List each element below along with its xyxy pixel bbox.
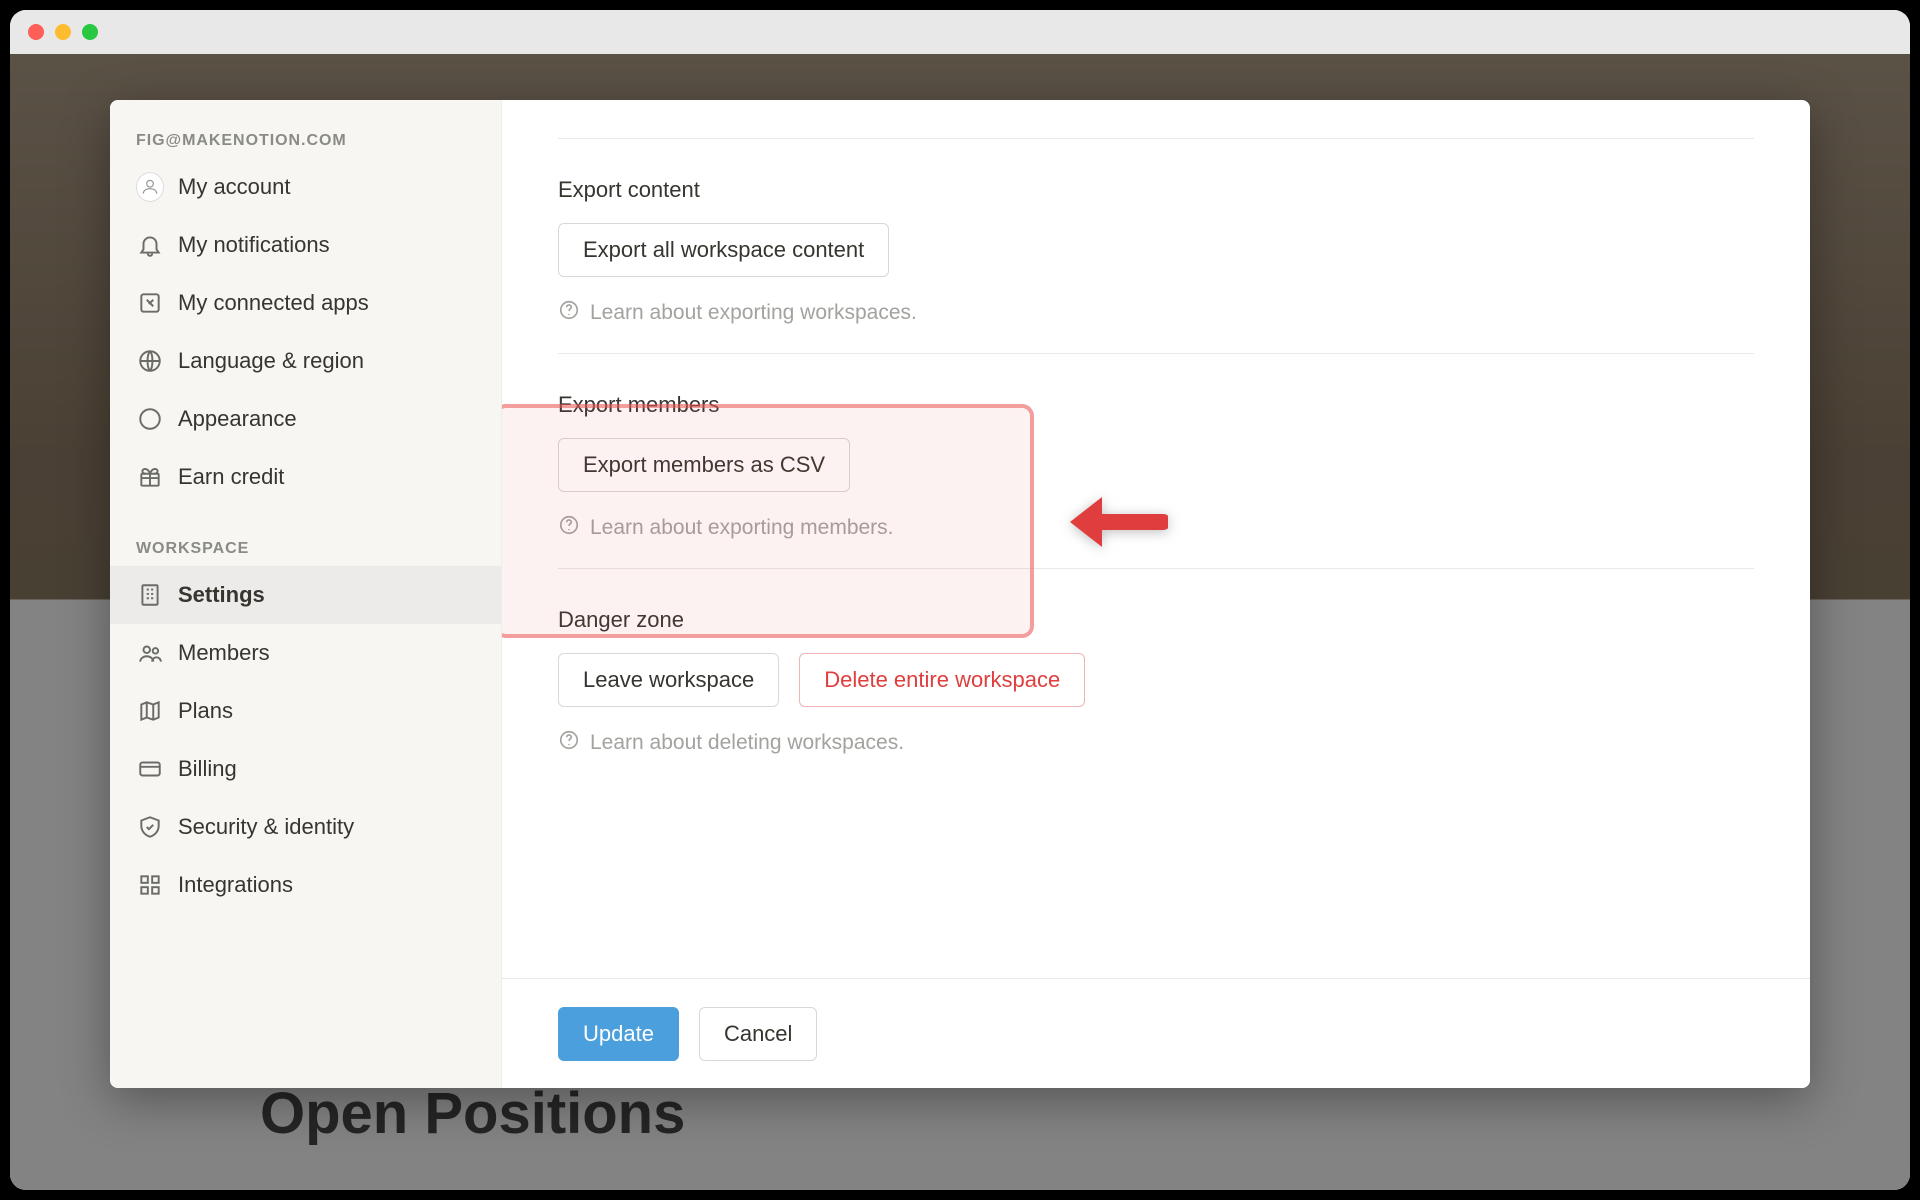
sidebar-item-settings[interactable]: Settings xyxy=(110,566,501,624)
sidebar-item-notifications[interactable]: My notifications xyxy=(110,216,501,274)
help-text: Learn about exporting workspaces. xyxy=(590,301,917,325)
sidebar-item-label: Language & region xyxy=(178,348,475,374)
map-icon xyxy=(136,697,164,725)
sidebar-item-security[interactable]: Security & identity xyxy=(110,798,501,856)
window-minimize-button[interactable] xyxy=(55,24,71,40)
help-text: Learn about exporting members. xyxy=(590,516,894,540)
update-button[interactable]: Update xyxy=(558,1007,679,1061)
export-members-csv-button[interactable]: Export members as CSV xyxy=(558,438,850,492)
avatar xyxy=(136,172,164,202)
gift-icon xyxy=(136,463,164,491)
sidebar-item-language-region[interactable]: Language & region xyxy=(110,332,501,390)
browser-window: Open Positions FIG@MAKENOTION.COM My acc… xyxy=(10,10,1910,1190)
help-icon xyxy=(558,729,580,757)
help-icon xyxy=(558,514,580,542)
sidebar-item-my-account[interactable]: My account xyxy=(110,158,501,216)
card-icon xyxy=(136,755,164,783)
sidebar-item-appearance[interactable]: Appearance xyxy=(110,390,501,448)
help-link-export-workspaces[interactable]: Learn about exporting workspaces. xyxy=(558,299,1754,327)
moon-icon xyxy=(136,405,164,433)
window-close-button[interactable] xyxy=(28,24,44,40)
settings-sidebar: FIG@MAKENOTION.COM My account My notific… xyxy=(110,100,502,1088)
building-icon xyxy=(136,581,164,609)
sidebar-item-members[interactable]: Members xyxy=(110,624,501,682)
sidebar-item-integrations[interactable]: Integrations xyxy=(110,856,501,914)
grid-icon xyxy=(136,871,164,899)
bell-icon xyxy=(136,231,164,259)
section-danger-zone: Danger zone Leave workspace Delete entir… xyxy=(558,569,1754,783)
section-heading: Export members xyxy=(558,392,1754,418)
section-export-content: Export content Export all workspace cont… xyxy=(558,139,1754,353)
sidebar-item-label: My account xyxy=(178,174,475,200)
globe-icon xyxy=(136,347,164,375)
sidebar-workspace-label: WORKSPACE xyxy=(110,534,501,566)
help-text: Learn about deleting workspaces. xyxy=(590,731,904,755)
export-all-content-button[interactable]: Export all workspace content xyxy=(558,223,889,277)
members-icon xyxy=(136,639,164,667)
shield-icon xyxy=(136,813,164,841)
settings-scroll-area: Export content Export all workspace cont… xyxy=(558,138,1754,783)
window-titlebar xyxy=(10,10,1910,54)
help-link-delete-workspaces[interactable]: Learn about deleting workspaces. xyxy=(558,729,1754,757)
help-icon xyxy=(558,299,580,327)
sidebar-item-label: Security & identity xyxy=(178,814,475,840)
settings-modal: FIG@MAKENOTION.COM My account My notific… xyxy=(110,100,1810,1088)
section-heading: Danger zone xyxy=(558,607,1754,633)
window-maximize-button[interactable] xyxy=(82,24,98,40)
cancel-button[interactable]: Cancel xyxy=(699,1007,817,1061)
sidebar-item-billing[interactable]: Billing xyxy=(110,740,501,798)
sidebar-item-plans[interactable]: Plans xyxy=(110,682,501,740)
sidebar-item-label: Settings xyxy=(178,582,475,608)
sidebar-account-label: FIG@MAKENOTION.COM xyxy=(110,126,501,158)
annotation-arrow-left-icon xyxy=(1058,482,1168,562)
settings-content: Export content Export all workspace cont… xyxy=(502,100,1810,1088)
sidebar-item-label: Earn credit xyxy=(178,464,475,490)
delete-workspace-button[interactable]: Delete entire workspace xyxy=(799,653,1085,707)
sidebar-item-label: Integrations xyxy=(178,872,475,898)
sidebar-item-label: Plans xyxy=(178,698,475,724)
section-heading: Export content xyxy=(558,177,1754,203)
sidebar-item-label: Billing xyxy=(178,756,475,782)
sidebar-item-label: My notifications xyxy=(178,232,475,258)
sidebar-item-earn-credit[interactable]: Earn credit xyxy=(110,448,501,506)
apps-icon xyxy=(136,289,164,317)
sidebar-item-label: Appearance xyxy=(178,406,475,432)
leave-workspace-button[interactable]: Leave workspace xyxy=(558,653,779,707)
sidebar-item-connected-apps[interactable]: My connected apps xyxy=(110,274,501,332)
sidebar-item-label: Members xyxy=(178,640,475,666)
modal-footer: Update Cancel xyxy=(502,978,1810,1088)
sidebar-item-label: My connected apps xyxy=(178,290,475,316)
